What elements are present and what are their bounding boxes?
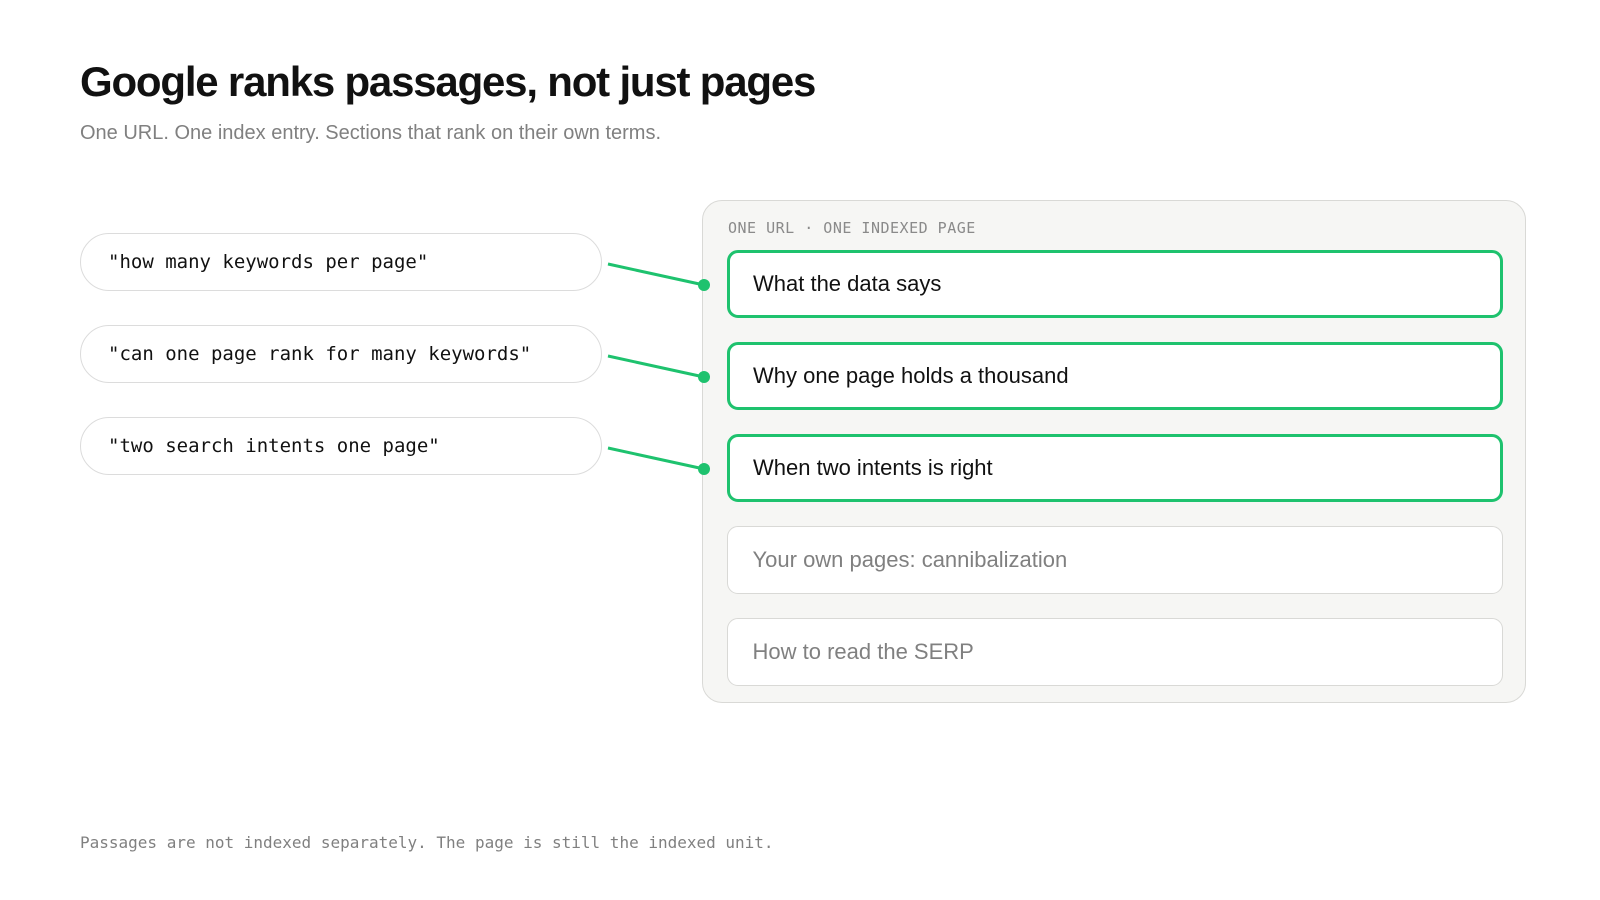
footnote: Passages are not indexed separately. The… [80,833,774,852]
page-section-matched: When two intents is right [727,434,1503,502]
query-pill: "can one page rank for many keywords" [80,325,602,383]
query-pill: "two search intents one page" [80,417,602,475]
page-subtitle: One URL. One index entry. Sections that … [80,122,662,144]
connector-line [607,262,705,287]
page-title: Google ranks passages, not just pages [80,58,816,105]
indexed-page-card: ONE URL · ONE INDEXED PAGE What the data… [702,200,1526,703]
connector-0 [607,262,710,291]
page-section-matched: Why one page holds a thousand [727,342,1503,410]
page-section-unmatched: Your own pages: cannibalization [727,526,1503,594]
connector-line [607,446,705,471]
page-card-label: ONE URL · ONE INDEXED PAGE [728,219,976,237]
query-pill: "how many keywords per page" [80,233,602,291]
connector-line [607,354,705,379]
page-section-matched: What the data says [727,250,1503,318]
connector-2 [607,446,710,475]
page-section-unmatched: How to read the SERP [727,618,1503,686]
connector-1 [607,354,710,383]
